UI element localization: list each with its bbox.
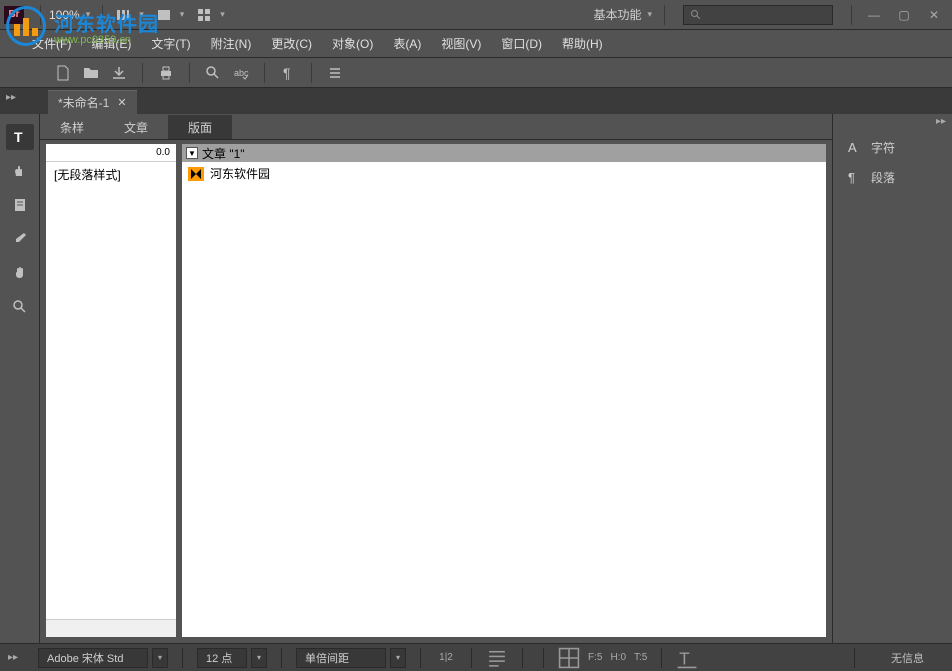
minimize-button[interactable]: — xyxy=(860,5,888,25)
styles-footer xyxy=(46,619,176,637)
expand-left-icon[interactable]: ▸▸ xyxy=(6,92,20,106)
line-spacing-field[interactable]: 单倍间距 xyxy=(296,648,386,668)
menu-window[interactable]: 窗口(D) xyxy=(491,35,552,52)
font-family-field[interactable]: Adobe 宋体 Std xyxy=(38,648,148,668)
fraction-icon[interactable]: 1|2 xyxy=(435,648,457,668)
menu-object[interactable]: 对象(O) xyxy=(322,35,383,52)
menu-type[interactable]: 文字(T) xyxy=(141,35,200,52)
panel-paragraph[interactable]: ¶ 段落 xyxy=(833,162,952,192)
zoom-value[interactable]: 100% xyxy=(49,8,80,22)
size-dropdown-icon[interactable]: ▾ xyxy=(251,648,267,668)
view-options-icon[interactable] xyxy=(111,5,135,25)
document-tab-title: *未命名-1 xyxy=(58,94,109,111)
chevron-down-icon[interactable]: ▾ xyxy=(220,9,225,20)
open-folder-icon[interactable] xyxy=(80,62,102,84)
tab-style[interactable]: 条样 xyxy=(40,115,104,139)
list-icon[interactable] xyxy=(324,62,346,84)
menu-help[interactable]: 帮助(H) xyxy=(552,35,613,52)
menu-file[interactable]: 文件(F) xyxy=(22,35,81,52)
app-bridge-icon[interactable]: Br xyxy=(4,6,24,24)
hand-tool[interactable] xyxy=(6,260,34,286)
svg-text:¶: ¶ xyxy=(848,170,855,184)
text-frame-icon[interactable]: T xyxy=(676,648,698,668)
document-tab-bar: *未命名-1 ✕ xyxy=(0,88,952,114)
character-icon: A xyxy=(847,140,861,154)
screen-mode-icon[interactable] xyxy=(152,5,176,25)
find-icon[interactable] xyxy=(202,62,224,84)
panel-character[interactable]: A 字符 xyxy=(833,132,952,162)
menu-edit[interactable]: 编辑(E) xyxy=(81,35,141,52)
article-column: ▼ 文章 "1" 河东软件园 xyxy=(182,144,826,637)
arrange-icon[interactable] xyxy=(192,5,216,25)
expand-right-icon[interactable]: ▸▸ xyxy=(936,116,946,127)
panel-paragraph-label: 段落 xyxy=(871,169,895,186)
document-tab[interactable]: *未命名-1 ✕ xyxy=(48,90,137,114)
panel-tab-bar: 条样 文章 版面 xyxy=(40,114,832,140)
t-value: T:5 xyxy=(634,652,647,663)
new-doc-icon[interactable] xyxy=(52,62,74,84)
workspace-switcher[interactable]: 基本功能 ▾ xyxy=(593,6,656,23)
status-bar: ▸▸ Adobe 宋体 Std ▾ 12 点 ▾ 单倍间距 ▾ 1|2 F:5 … xyxy=(0,643,952,671)
font-dropdown-icon[interactable]: ▾ xyxy=(152,648,168,668)
print-icon[interactable] xyxy=(155,62,177,84)
article-header[interactable]: ▼ 文章 "1" xyxy=(182,144,826,162)
menu-table[interactable]: 表(A) xyxy=(383,35,431,52)
type-tool[interactable]: T xyxy=(6,124,34,150)
maximize-button[interactable]: ▢ xyxy=(890,5,918,25)
article-header-label: 文章 "1" xyxy=(202,145,245,162)
zoom-tool[interactable] xyxy=(6,294,34,320)
save-icon[interactable] xyxy=(108,62,130,84)
spellcheck-icon[interactable]: abc xyxy=(230,62,252,84)
collapse-toggle-icon[interactable]: ▼ xyxy=(186,147,198,159)
status-info: 无信息 xyxy=(871,650,944,666)
menu-bar: 文件(F) 编辑(E) 文字(T) 附注(N) 更改(C) 对象(O) 表(A)… xyxy=(0,30,952,58)
title-bar: Br 100% ▾ ▾ ▾ ▾ 基本功能 ▾ — ▢ ✕ xyxy=(0,0,952,30)
chevron-down-icon[interactable]: ▾ xyxy=(180,9,185,20)
no-paragraph-style-item[interactable]: [无段落样式] xyxy=(46,162,176,187)
menu-notes[interactable]: 附注(N) xyxy=(201,35,262,52)
close-tab-icon[interactable]: ✕ xyxy=(117,96,126,109)
f-value: F:5 xyxy=(588,652,602,663)
spacing-dropdown-icon[interactable]: ▾ xyxy=(390,648,406,668)
font-size-field[interactable]: 12 点 xyxy=(197,648,247,668)
article-item-label: 河东软件园 xyxy=(210,165,270,182)
hand-heal-tool[interactable] xyxy=(6,158,34,184)
svg-text:T: T xyxy=(14,129,23,145)
article-item[interactable]: 河东软件园 xyxy=(182,162,826,185)
svg-text:A: A xyxy=(848,140,857,154)
search-input[interactable] xyxy=(683,5,833,25)
paragraph-icon: ¶ xyxy=(847,170,861,184)
pilcrow-icon[interactable]: ¶ xyxy=(277,62,299,84)
workspace-label: 基本功能 xyxy=(593,6,641,23)
chevron-down-icon: ▾ xyxy=(647,9,652,20)
grid-icon[interactable] xyxy=(558,648,580,668)
chevron-down-icon[interactable]: ▾ xyxy=(139,9,144,20)
tab-article[interactable]: 文章 xyxy=(104,115,168,139)
h-value: H:0 xyxy=(610,652,626,663)
menu-view[interactable]: 视图(V) xyxy=(431,35,491,52)
close-button[interactable]: ✕ xyxy=(920,5,948,25)
menu-change[interactable]: 更改(C) xyxy=(261,35,322,52)
panel-character-label: 字符 xyxy=(871,139,895,156)
styles-header-value: 0.0 xyxy=(46,144,176,162)
tab-layout[interactable]: 版面 xyxy=(168,115,232,139)
expand-status-icon[interactable]: ▸▸ xyxy=(8,652,22,663)
tools-panel: T xyxy=(0,114,40,643)
story-icon xyxy=(188,167,204,181)
eyedropper-tool[interactable] xyxy=(6,226,34,252)
right-panel-dock: ▸▸ A 字符 ¶ 段落 xyxy=(832,114,952,643)
zoom-dropdown-icon[interactable]: ▾ xyxy=(86,9,91,20)
note-tool[interactable] xyxy=(6,192,34,218)
icon-toolbar: abc ¶ xyxy=(0,58,952,88)
align-icon[interactable] xyxy=(486,648,508,668)
svg-text:¶: ¶ xyxy=(283,65,291,81)
svg-text:T: T xyxy=(680,648,691,668)
styles-column: 0.0 [无段落样式] xyxy=(46,144,176,637)
search-icon xyxy=(690,9,702,21)
